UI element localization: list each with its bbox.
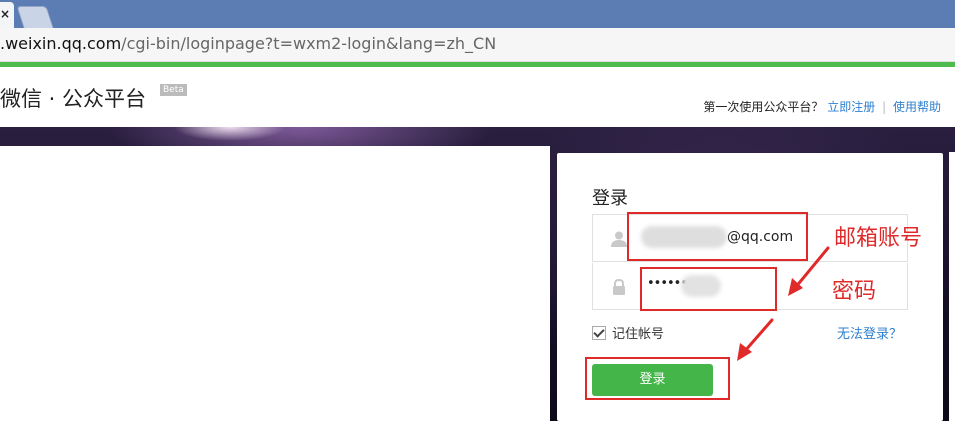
- login-title: 登录: [592, 188, 628, 209]
- tab-close-icon[interactable]: ×: [0, 7, 10, 21]
- annotation-account-label: 邮箱账号: [834, 226, 923, 251]
- header-links: 第一次使用公众平台？ 立即注册 | 使用帮助: [703, 98, 941, 115]
- url-path: /cgi-bin/loginpage?t=wxm2-login&lang=zh_…: [121, 34, 497, 53]
- site-logo[interactable]: 微信 · 公众平台: [0, 83, 146, 113]
- first-time-text: 第一次使用公众平台？: [703, 100, 824, 114]
- url-domain: .weixin.qq.com: [0, 34, 122, 53]
- link-separator: |: [882, 100, 887, 114]
- page-load-bar: [0, 62, 955, 67]
- url-text[interactable]: .weixin.qq.com/cgi-bin/loginpage?t=wxm2-…: [0, 34, 496, 53]
- browser-new-tab[interactable]: [16, 6, 54, 28]
- address-bar[interactable]: .weixin.qq.com/cgi-bin/loginpage?t=wxm2-…: [0, 28, 955, 62]
- annotation-box-account: [627, 212, 808, 261]
- register-link[interactable]: 立即注册: [827, 100, 875, 114]
- browser-tab-active[interactable]: ×: [0, 2, 14, 28]
- lock-icon: [613, 278, 625, 295]
- annotation-password-label: 密码: [832, 279, 877, 304]
- browser-tabstrip: ×: [0, 0, 955, 28]
- help-link[interactable]: 使用帮助: [893, 100, 941, 114]
- right-edge-panel: [949, 152, 955, 421]
- remember-checkbox[interactable]: [592, 326, 606, 340]
- annotation-box-login: [585, 357, 730, 400]
- remember-label: 记住帐号: [612, 327, 665, 342]
- user-icon: [611, 231, 627, 247]
- beta-badge: Beta: [160, 84, 187, 96]
- content-panel: [0, 146, 550, 421]
- remember-account[interactable]: 记住帐号: [592, 323, 664, 342]
- cannot-login-link[interactable]: 无法登录？: [837, 323, 902, 342]
- annotation-box-password: [640, 267, 777, 311]
